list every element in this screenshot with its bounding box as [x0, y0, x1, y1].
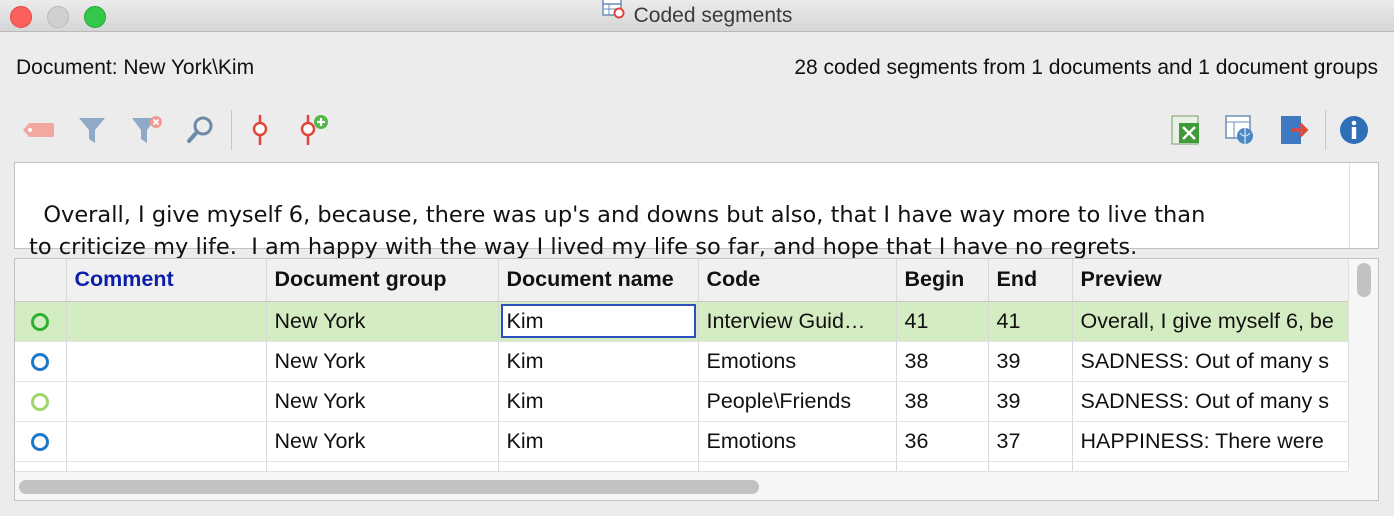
document-group-cell[interactable]: New York — [266, 421, 499, 462]
coded-segments-icon — [601, 0, 626, 30]
coded-segments-table: Comment Document group Document name Cod… — [14, 258, 1379, 501]
preview-cell[interactable]: SADNESS: Out of many s — [1072, 381, 1350, 422]
document-name-cell[interactable]: Kim — [498, 341, 699, 382]
preview-cell[interactable]: HAPPINESS: There were — [1072, 421, 1350, 462]
comment-cell[interactable] — [66, 341, 267, 382]
table-row[interactable]: New York Kim People\Friends 38 39 SADNES… — [15, 381, 1350, 422]
end-cell[interactable]: 37 — [988, 421, 1073, 462]
code-cell[interactable]: People\Friends — [698, 381, 897, 422]
column-header-document-name[interactable]: Document name — [498, 259, 699, 302]
preview-scroll-divider — [1349, 163, 1350, 248]
column-header-status[interactable] — [15, 259, 67, 302]
document-group-cell[interactable]: New York — [266, 381, 499, 422]
table-row[interactable]: New York Kim Emotions 38 39 SADNESS: Out… — [15, 341, 1350, 382]
column-header-comment[interactable]: Comment — [66, 259, 267, 302]
table-row[interactable]: New York Kim Emotions 36 37 HAPPINESS: T… — [15, 421, 1350, 462]
export-excel-icon[interactable] — [1166, 110, 1206, 150]
column-header-code[interactable]: Code — [698, 259, 897, 302]
comment-cell[interactable] — [66, 381, 267, 422]
title-bar: Coded segments — [0, 0, 1394, 32]
end-cell[interactable]: 39 — [988, 381, 1073, 422]
column-header-end[interactable]: End — [988, 259, 1073, 302]
status-cell[interactable] — [15, 301, 67, 342]
segment-status-icon — [31, 432, 50, 451]
tag-icon[interactable] — [18, 110, 58, 150]
vertical-scroll-thumb[interactable] — [1357, 263, 1371, 297]
document-name-cell[interactable]: Kim — [498, 301, 699, 342]
status-cell[interactable] — [15, 421, 67, 462]
status-cell[interactable] — [15, 341, 67, 382]
preview-text: Overall, I give myself 6, because, there… — [29, 202, 1206, 260]
status-cell[interactable] — [15, 381, 67, 422]
clear-filter-icon[interactable] — [126, 110, 166, 150]
document-label: Document: New York\Kim — [16, 56, 255, 79]
document-group-cell[interactable]: New York — [266, 341, 499, 382]
toolbar-separator — [1325, 110, 1326, 150]
segment-status-icon — [31, 312, 50, 331]
column-header-preview[interactable]: Preview — [1072, 259, 1350, 302]
document-name-cell[interactable]: Kim — [498, 421, 699, 462]
vertical-scrollbar[interactable] — [1348, 259, 1378, 471]
segment-preview-text[interactable]: Overall, I give myself 6, because, there… — [14, 162, 1379, 260]
export-html-icon[interactable] — [1220, 110, 1260, 150]
begin-cell[interactable]: 41 — [896, 301, 989, 342]
end-cell[interactable]: 39 — [988, 341, 1073, 382]
scroll-corner — [1348, 471, 1378, 500]
comment-cell[interactable] — [66, 421, 267, 462]
begin-cell[interactable]: 38 — [896, 381, 989, 422]
filter-icon[interactable] — [72, 110, 112, 150]
begin-cell[interactable]: 36 — [896, 421, 989, 462]
code-marker-icon[interactable] — [240, 110, 280, 150]
document-group-cell[interactable]: New York — [266, 301, 499, 342]
preview-cell[interactable]: SADNESS: Out of many s — [1072, 341, 1350, 382]
horizontal-scrollbar[interactable] — [15, 471, 1349, 500]
comment-cell[interactable] — [66, 301, 267, 342]
window-title: Coded segments — [633, 4, 793, 27]
table-header: Comment Document group Document name Cod… — [15, 259, 1350, 302]
document-name-cell[interactable]: Kim — [498, 381, 699, 422]
segment-status-icon — [31, 392, 50, 411]
code-cell[interactable]: Emotions — [698, 421, 897, 462]
preview-cell[interactable]: Overall, I give myself 6, be — [1072, 301, 1350, 342]
export-icon[interactable] — [1274, 110, 1314, 150]
code-cell[interactable]: Interview Guid… — [698, 301, 897, 342]
new-code-icon[interactable] — [294, 110, 334, 150]
begin-cell[interactable]: 38 — [896, 341, 989, 382]
end-cell[interactable]: 41 — [988, 301, 1073, 342]
document-name-value: Kim — [500, 304, 696, 338]
toolbar-separator — [231, 110, 232, 150]
table-row[interactable]: New York Kim Interview Guid… 41 41 Overa… — [15, 301, 1350, 342]
column-header-begin[interactable]: Begin — [896, 259, 989, 302]
segment-status-icon — [31, 352, 50, 371]
code-cell[interactable]: Emotions — [698, 341, 897, 382]
horizontal-scroll-thumb[interactable] — [19, 480, 759, 494]
search-icon[interactable] — [180, 110, 220, 150]
column-header-document-group[interactable]: Document group — [266, 259, 499, 302]
segment-summary: 28 coded segments from 1 documents and 1… — [794, 56, 1378, 79]
info-icon[interactable] — [1334, 110, 1374, 150]
